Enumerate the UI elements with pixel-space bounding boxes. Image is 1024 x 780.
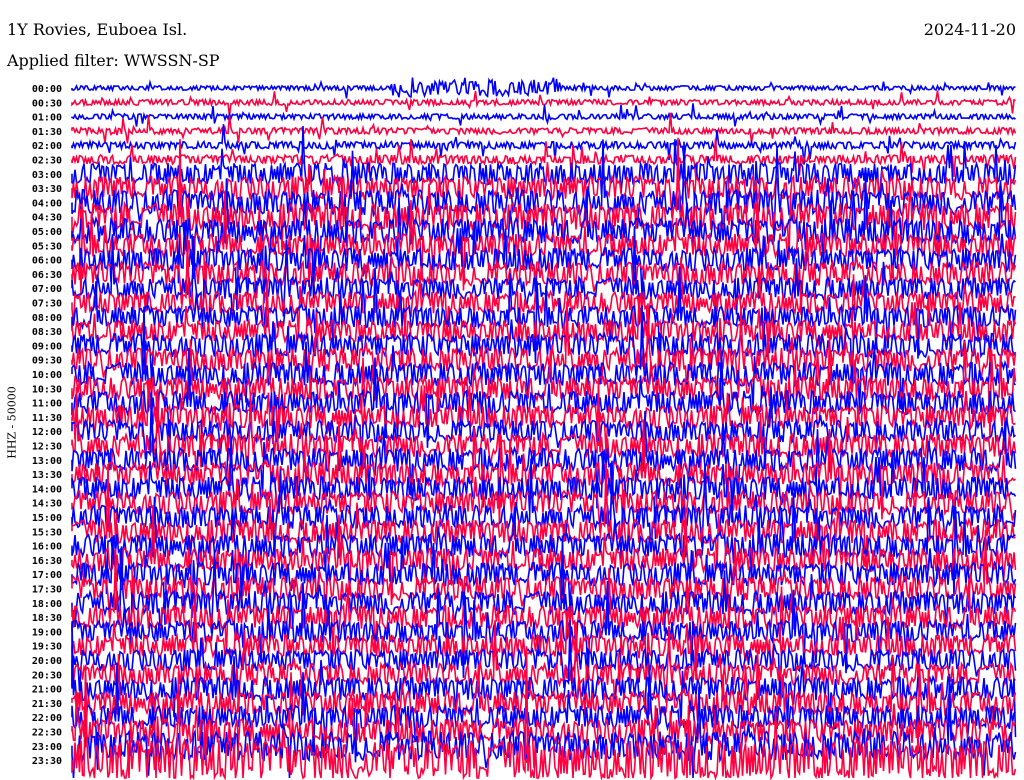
row-time-label: 23:00 <box>32 742 62 753</box>
row-time-label: 00:30 <box>32 98 62 109</box>
row-time-label: 14:00 <box>32 484 62 495</box>
row-time-label: 14:30 <box>32 499 62 510</box>
row-time-label: 13:30 <box>32 470 62 481</box>
row-time-label: 21:30 <box>32 699 62 710</box>
row-time-label: 05:30 <box>32 241 62 252</box>
helicorder-plot: 00:00 00:30 01:00 01:30 02:00 02:30 03:00 03:30… <box>32 77 1017 780</box>
row-time-label: 02:30 <box>32 156 62 167</box>
row-time-label: 12:00 <box>32 427 62 438</box>
row-time-label: 08:00 <box>32 313 62 324</box>
row-time-label: 17:30 <box>32 585 62 596</box>
row-time-label: 04:00 <box>32 198 62 209</box>
row-time-label: 01:30 <box>32 127 62 138</box>
row-time-label: 21:00 <box>32 685 62 696</box>
row-time-label: 07:00 <box>32 284 62 295</box>
row-time-label: 10:00 <box>32 370 62 381</box>
row-time-label: 19:30 <box>32 642 62 653</box>
row-time-label: 03:00 <box>32 170 62 181</box>
row-time-label: 15:30 <box>32 527 62 538</box>
row-time-label: 12:30 <box>32 442 62 453</box>
row-time-label: 22:30 <box>32 728 62 739</box>
row-time-label: 19:00 <box>32 627 62 638</box>
row-time-label: 06:00 <box>32 256 62 267</box>
row-time-label: 09:30 <box>32 356 62 367</box>
row-time-label: 11:00 <box>32 399 62 410</box>
row-time-label: 03:30 <box>32 184 62 195</box>
row-time-label: 16:00 <box>32 542 62 553</box>
row-time-label: 20:00 <box>32 656 62 667</box>
row-time-label: 13:00 <box>32 456 62 467</box>
row-time-label: 18:00 <box>32 599 62 610</box>
row-time-label: 02:00 <box>32 141 62 152</box>
row-time-label: 23:30 <box>32 756 62 767</box>
row-time-label: 01:00 <box>32 113 62 124</box>
row-time-label: 06:30 <box>32 270 62 281</box>
row-time-label: 18:30 <box>32 613 62 624</box>
row-time-label: 07:30 <box>32 299 62 310</box>
row-time-label: 10:30 <box>32 384 62 395</box>
row-time-label: 05:00 <box>32 227 62 238</box>
trace-row-0000 <box>71 77 1016 99</box>
row-time-label: 11:30 <box>32 413 62 424</box>
row-time-label: 16:30 <box>32 556 62 567</box>
row-time-label: 20:30 <box>32 670 62 681</box>
row-time-label: 00:00 <box>32 84 62 95</box>
row-time-label: 09:00 <box>32 341 62 352</box>
row-time-label: 08:30 <box>32 327 62 338</box>
row-time-label: 04:30 <box>32 213 62 224</box>
row-time-label: 22:00 <box>32 713 62 724</box>
row-time-label: 17:00 <box>32 570 62 581</box>
row-time-label: 15:00 <box>32 513 62 524</box>
